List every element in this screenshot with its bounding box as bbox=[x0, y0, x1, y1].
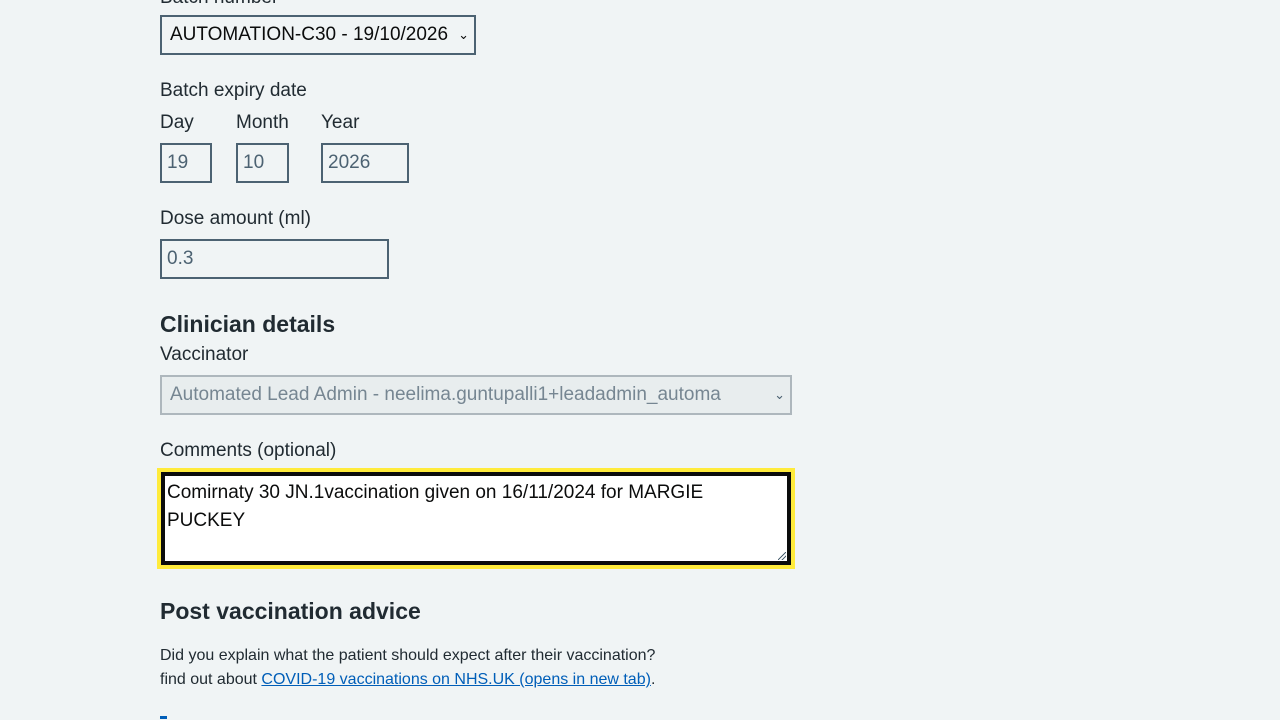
advice-link-suffix: . bbox=[650, 671, 656, 688]
advice-link-prefix: find out about bbox=[160, 671, 262, 688]
chevron-down-icon: ⌄ bbox=[458, 27, 469, 42]
batch-number-selected-value: AUTOMATION-C30 - 19/10/2026 bbox=[170, 24, 449, 45]
comments-label: Comments (optional) bbox=[160, 440, 337, 461]
day-label: Day bbox=[160, 112, 194, 133]
clinician-details-heading: Clinician details bbox=[160, 311, 336, 337]
advice-question-text: Did you explain what the patient should … bbox=[160, 647, 656, 664]
comments-text: Comirnaty 30 JN.1vaccination given on 16… bbox=[167, 482, 704, 531]
expiry-day-input[interactable]: 19 bbox=[160, 143, 212, 183]
batch-number-select[interactable]: AUTOMATION-C30 - 19/10/2026 ⌄ bbox=[160, 15, 476, 55]
batch-expiry-date-label: Batch expiry date bbox=[160, 80, 307, 101]
vaccinator-select[interactable]: Automated Lead Admin - neelima.guntupall… bbox=[160, 375, 792, 415]
batch-number-label: Batch number bbox=[160, 0, 278, 10]
resize-handle-icon[interactable] bbox=[778, 552, 786, 560]
cut-off-link-fragment bbox=[160, 716, 167, 719]
expiry-month-input[interactable]: 10 bbox=[236, 143, 289, 183]
expiry-year-input[interactable]: 2026 bbox=[321, 143, 409, 183]
dose-amount-input[interactable]: 0.3 bbox=[160, 239, 389, 279]
vaccinator-label: Vaccinator bbox=[160, 344, 249, 365]
vaccinator-selected-value: Automated Lead Admin - neelima.guntupall… bbox=[170, 384, 721, 405]
covid-vaccinations-nhs-link[interactable]: COVID-19 vaccinations on NHS.UK (opens i… bbox=[261, 671, 651, 688]
month-label: Month bbox=[236, 112, 289, 133]
dose-amount-label: Dose amount (ml) bbox=[160, 208, 311, 229]
comments-textarea[interactable]: Comirnaty 30 JN.1vaccination given on 16… bbox=[161, 472, 791, 565]
chevron-down-icon: ⌄ bbox=[774, 387, 785, 402]
post-vaccination-advice-heading: Post vaccination advice bbox=[160, 598, 421, 624]
year-label: Year bbox=[321, 112, 360, 133]
advice-link-paragraph: find out about COVID-19 vaccinations on … bbox=[160, 668, 655, 692]
